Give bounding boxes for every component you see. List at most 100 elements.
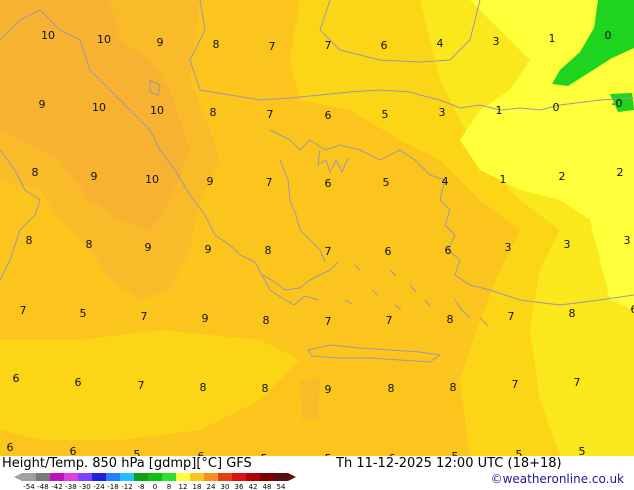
credit-link[interactable]: ©weatheronline.co.uk bbox=[491, 472, 624, 486]
temperature-label: 6 bbox=[445, 244, 452, 257]
temperature-label: 5 bbox=[516, 448, 523, 456]
temperature-label: 7 bbox=[20, 304, 27, 317]
color-scale-bars bbox=[14, 473, 296, 481]
scale-tick-label: 8 bbox=[167, 483, 171, 490]
temperature-label: 3 bbox=[624, 234, 631, 247]
scale-swatch bbox=[246, 473, 260, 481]
temperature-label: 2 bbox=[617, 166, 624, 179]
temperature-label: 3 bbox=[493, 35, 500, 48]
temperature-label: 9 bbox=[202, 312, 209, 325]
color-scale-ticks: -54 -48 -42 -38 -30 -24 -18 -12 -8 0 8 12 18 24 30 36 42… bbox=[23, 483, 286, 490]
scale-tick-label: 36 bbox=[235, 483, 244, 490]
temperature-label: 8 bbox=[200, 381, 207, 394]
temperature-label: 1 bbox=[500, 173, 507, 186]
temperature-label: 6 bbox=[70, 445, 77, 456]
temperature-label: 7 bbox=[508, 310, 515, 323]
scale-tick-label: -24 bbox=[93, 483, 105, 490]
temperature-label: 8 bbox=[262, 382, 269, 395]
temperature-label: -0 bbox=[612, 97, 623, 110]
temperature-label: 6 bbox=[325, 177, 332, 190]
temperature-label: 7 bbox=[512, 378, 519, 391]
temperature-label: 7 bbox=[574, 376, 581, 389]
scale-swatch bbox=[106, 473, 120, 481]
temperature-label: 6 bbox=[325, 109, 332, 122]
scale-tick-label: -30 bbox=[79, 483, 90, 490]
scale-swatch bbox=[78, 473, 92, 481]
temperature-label: 10 bbox=[92, 101, 106, 114]
temperature-label: 5 bbox=[134, 448, 141, 456]
scale-tick-label: -18 bbox=[107, 483, 118, 490]
map-footer: Height/Temp. 850 hPa [gdmp][°C] GFS Th 1… bbox=[0, 456, 634, 490]
temperature-label: 6 bbox=[75, 376, 82, 389]
temperature-label: 5 bbox=[382, 108, 389, 121]
temperature-label: 9 bbox=[205, 243, 212, 256]
scale-tick-label: 54 bbox=[277, 483, 286, 490]
temperature-label: 5 bbox=[80, 307, 87, 320]
temperature-label: 10 bbox=[41, 29, 55, 42]
temperature-label: 8 bbox=[26, 234, 33, 247]
scale-swatch bbox=[176, 473, 190, 481]
temperature-label: 9 bbox=[91, 170, 98, 183]
temperature-label: 7 bbox=[138, 379, 145, 392]
temperature-label: 6 bbox=[381, 39, 388, 52]
scale-swatch bbox=[190, 473, 204, 481]
valid-time: Th 11-12-2025 12:00 UTC (18+18) bbox=[336, 456, 562, 471]
temperature-label: 7 bbox=[141, 310, 148, 323]
scale-swatch bbox=[120, 473, 134, 481]
temperature-label: 8 bbox=[388, 382, 395, 395]
temperature-map: 10 10 9 8 7 7 6 4 3 1 09 10 10 8 7 6 5 3 1 0 -08 9 10 9 7 6 5 4 1 2 28… bbox=[0, 0, 634, 456]
temperature-label: 7 bbox=[325, 245, 332, 258]
scale-tick-label: 48 bbox=[263, 483, 272, 490]
scale-swatch bbox=[64, 473, 78, 481]
scale-tick-label: -8 bbox=[138, 483, 145, 490]
scale-tick-label: 18 bbox=[193, 483, 202, 490]
temperature-label: 6 bbox=[13, 372, 20, 385]
scale-tick-label: 24 bbox=[207, 483, 216, 490]
color-scale: -54 -48 -42 -38 -30 -24 -18 -12 -8 0 8 12 18 24 30 36 42… bbox=[14, 473, 296, 490]
temperature-label: 7 bbox=[267, 108, 274, 121]
temperature-label: 8 bbox=[569, 307, 576, 320]
temperature-label: 3 bbox=[505, 241, 512, 254]
temperature-label: 1 bbox=[496, 104, 503, 117]
temperature-label: 9 bbox=[207, 175, 214, 188]
temperature-label: 6 bbox=[631, 303, 634, 316]
scale-tick-label: 30 bbox=[221, 483, 230, 490]
scale-swatch bbox=[36, 473, 50, 481]
scale-tick-label: -54 bbox=[23, 483, 35, 490]
scale-tick-label: 12 bbox=[179, 483, 188, 490]
scale-tick-label: -42 bbox=[51, 483, 62, 490]
scale-arrow-right bbox=[288, 473, 296, 481]
temperature-label: 8 bbox=[210, 106, 217, 119]
temperature-label: 10 bbox=[150, 104, 164, 117]
temperature-label: 7 bbox=[325, 39, 332, 52]
temperature-label: 8 bbox=[450, 381, 457, 394]
temperature-label: 8 bbox=[32, 166, 39, 179]
temperature-label: 10 bbox=[97, 33, 111, 46]
scale-tick-label: -12 bbox=[121, 483, 132, 490]
temperature-label: 5 bbox=[579, 445, 586, 456]
temperature-label: 4 bbox=[437, 37, 444, 50]
temperature-label: 8 bbox=[213, 38, 220, 51]
temperature-label: 8 bbox=[447, 313, 454, 326]
temperature-label: 1 bbox=[549, 32, 556, 45]
temperature-label: 9 bbox=[325, 383, 332, 396]
temperature-label: 6 bbox=[385, 245, 392, 258]
temperature-label: 5 bbox=[383, 176, 390, 189]
scale-tick-label: -38 bbox=[65, 483, 76, 490]
temperature-label: 7 bbox=[266, 176, 273, 189]
scale-swatch bbox=[218, 473, 232, 481]
scale-tick-label: -48 bbox=[37, 483, 48, 490]
temperature-label: 8 bbox=[263, 314, 270, 327]
temperature-label: 0 bbox=[605, 29, 612, 42]
scale-swatch bbox=[260, 473, 274, 481]
temperature-label: 3 bbox=[439, 106, 446, 119]
scale-swatch bbox=[22, 473, 36, 481]
map-title: Height/Temp. 850 hPa [gdmp][°C] GFS bbox=[2, 456, 252, 471]
temperature-label: 4 bbox=[442, 175, 449, 188]
temperature-label: 8 bbox=[86, 238, 93, 251]
warm-patch-south bbox=[300, 378, 320, 420]
scale-swatch bbox=[204, 473, 218, 481]
map-view: 10 10 9 8 7 7 6 4 3 1 0 9 10 10 8 7 6 5 3 1 0 -0 8 9 10 9 7 6 5 4 1 2 2 8… bbox=[0, 0, 634, 490]
scale-swatch bbox=[50, 473, 64, 481]
temperature-label: 7 bbox=[386, 314, 393, 327]
